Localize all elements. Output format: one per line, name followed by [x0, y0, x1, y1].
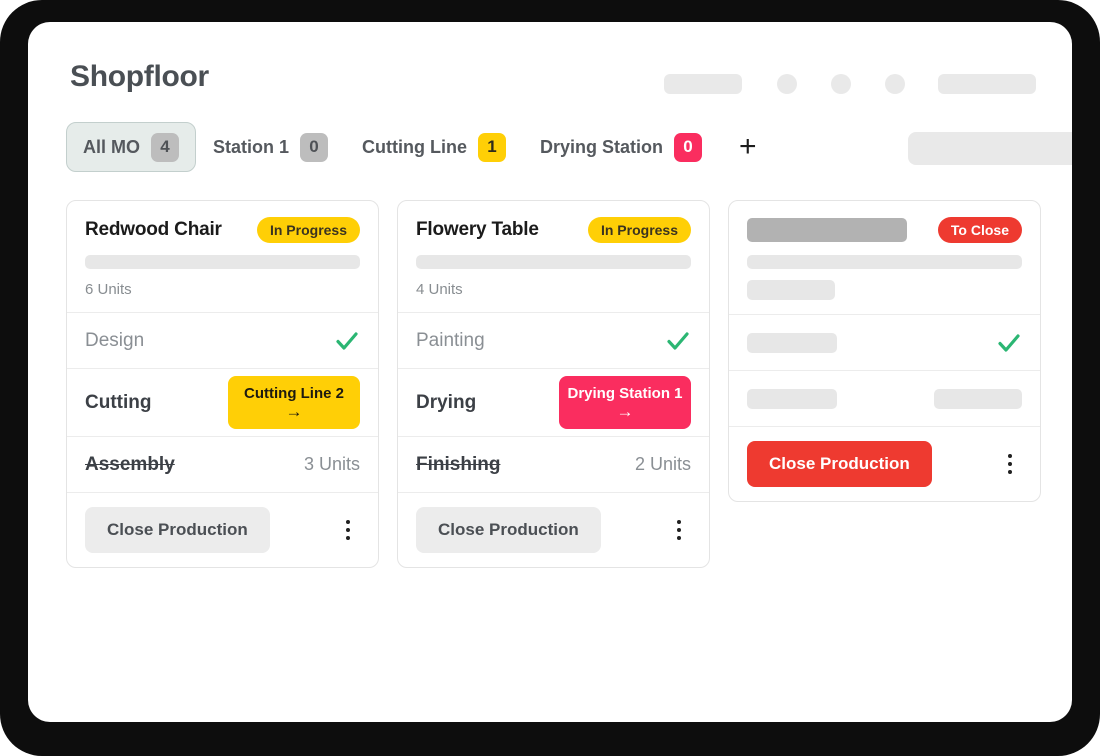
- tab-cutting-line-label: Cutting Line: [362, 136, 467, 157]
- status-badge: In Progress: [587, 217, 691, 243]
- operation-row-pending[interactable]: Finishing 2 Units: [398, 437, 709, 493]
- header-pill-right-skeleton: [938, 74, 1036, 94]
- operation-name: Drying: [416, 391, 477, 413]
- tab-all-mo-label: All MO: [83, 136, 140, 157]
- operation-name: Assembly: [85, 453, 175, 475]
- operation-name: Painting: [416, 329, 485, 351]
- work-order-action-button[interactable]: Drying Station 1 →: [559, 375, 691, 430]
- mo-card-redwood-chair[interactable]: Redwood Chair In Progress 6 Units Design…: [66, 200, 379, 568]
- tab-cutting-line-count: 1: [478, 132, 506, 162]
- operation-units-skeleton: [934, 388, 1022, 409]
- operation-row-done[interactable]: [729, 315, 1040, 371]
- tab-drying-station-label: Drying Station: [540, 136, 664, 157]
- more-options-icon[interactable]: [667, 514, 691, 546]
- more-options-icon[interactable]: [998, 448, 1022, 480]
- tab-all-mo[interactable]: All MO 4: [66, 122, 196, 172]
- station-tab-bar: All MO 4 Station 1 0 Cutting Line 1 Dryi…: [66, 120, 763, 174]
- operation-units: 2 Units: [634, 454, 691, 474]
- mo-card-placeholder[interactable]: To Close Close Production: [728, 200, 1041, 502]
- card-title: Flowery Table: [416, 219, 539, 240]
- tab-station-1-count: 0: [300, 132, 329, 162]
- operation-name-skeleton: [747, 388, 837, 409]
- tab-station-1[interactable]: Station 1 0: [196, 122, 345, 172]
- card-footer: Close Production: [729, 427, 1040, 501]
- card-units: 4 Units: [416, 281, 463, 298]
- status-badge: In Progress: [256, 217, 360, 243]
- operation-name: Finishing: [416, 453, 501, 475]
- app-header: Shopfloor: [28, 22, 1072, 94]
- operation-row-pending[interactable]: Assembly 3 Units: [67, 437, 378, 493]
- operation-row-pending[interactable]: [729, 371, 1040, 427]
- operation-name-skeleton: [747, 332, 837, 353]
- operation-units: 3 Units: [303, 454, 360, 474]
- header-dot-1-skeleton: [777, 74, 797, 94]
- manufacturing-order-board: Redwood Chair In Progress 6 Units Design…: [66, 200, 1041, 568]
- arrow-right-icon: →: [285, 401, 303, 421]
- add-tab-plus-icon[interactable]: +: [733, 132, 763, 162]
- device-frame: Shopfloor All MO 4 Station 1 0 Cutting L…: [0, 0, 1100, 756]
- work-order-action-label: Drying Station 1: [567, 384, 683, 402]
- search-field-skeleton[interactable]: [908, 132, 1072, 165]
- tab-station-1-label: Station 1: [213, 136, 290, 157]
- card-footer: Close Production: [398, 493, 709, 567]
- arrow-right-icon: →: [616, 401, 634, 421]
- operation-name: Design: [85, 329, 145, 351]
- page-title: Shopfloor: [70, 60, 209, 93]
- card-subtitle-skeleton: [416, 255, 691, 269]
- card-title: Redwood Chair: [85, 219, 222, 240]
- work-order-action-button[interactable]: Cutting Line 2 →: [228, 375, 360, 430]
- check-icon: [996, 330, 1022, 356]
- header-pill-left-skeleton: [664, 74, 742, 94]
- header-dot-2-skeleton: [831, 74, 851, 94]
- mo-card-flowery-table[interactable]: Flowery Table In Progress 4 Units Painti…: [397, 200, 710, 568]
- header-dot-3-skeleton: [885, 74, 905, 94]
- card-subtitle-skeleton: [85, 255, 360, 269]
- check-icon: [665, 328, 691, 354]
- card-units-skeleton: [747, 280, 835, 300]
- card-subtitle-skeleton: [747, 255, 1022, 269]
- close-production-button[interactable]: Close Production: [416, 507, 601, 553]
- close-production-button[interactable]: Close Production: [85, 507, 270, 553]
- card-header: Flowery Table In Progress 4 Units: [398, 201, 709, 313]
- check-icon: [334, 328, 360, 354]
- tab-drying-station-count: 0: [674, 132, 703, 162]
- card-header: Redwood Chair In Progress 6 Units: [67, 201, 378, 313]
- operation-row-done[interactable]: Design: [67, 313, 378, 369]
- card-header: To Close: [729, 201, 1040, 315]
- card-footer: Close Production: [67, 493, 378, 567]
- operation-row-done[interactable]: Painting: [398, 313, 709, 369]
- operation-row-active[interactable]: Drying Drying Station 1 →: [398, 369, 709, 437]
- operation-row-active[interactable]: Cutting Cutting Line 2 →: [67, 369, 378, 437]
- app-panel: Shopfloor All MO 4 Station 1 0 Cutting L…: [28, 22, 1072, 722]
- tab-drying-station[interactable]: Drying Station 0: [523, 122, 719, 172]
- card-title-skeleton: [747, 218, 907, 242]
- tab-all-mo-count: 4: [151, 132, 179, 162]
- card-units: 6 Units: [85, 281, 132, 298]
- tab-cutting-line[interactable]: Cutting Line 1: [345, 122, 523, 172]
- close-production-button[interactable]: Close Production: [747, 441, 932, 487]
- status-badge: To Close: [937, 217, 1022, 243]
- work-order-action-label: Cutting Line 2: [244, 384, 344, 402]
- operation-name: Cutting: [85, 391, 152, 413]
- more-options-icon[interactable]: [336, 514, 360, 546]
